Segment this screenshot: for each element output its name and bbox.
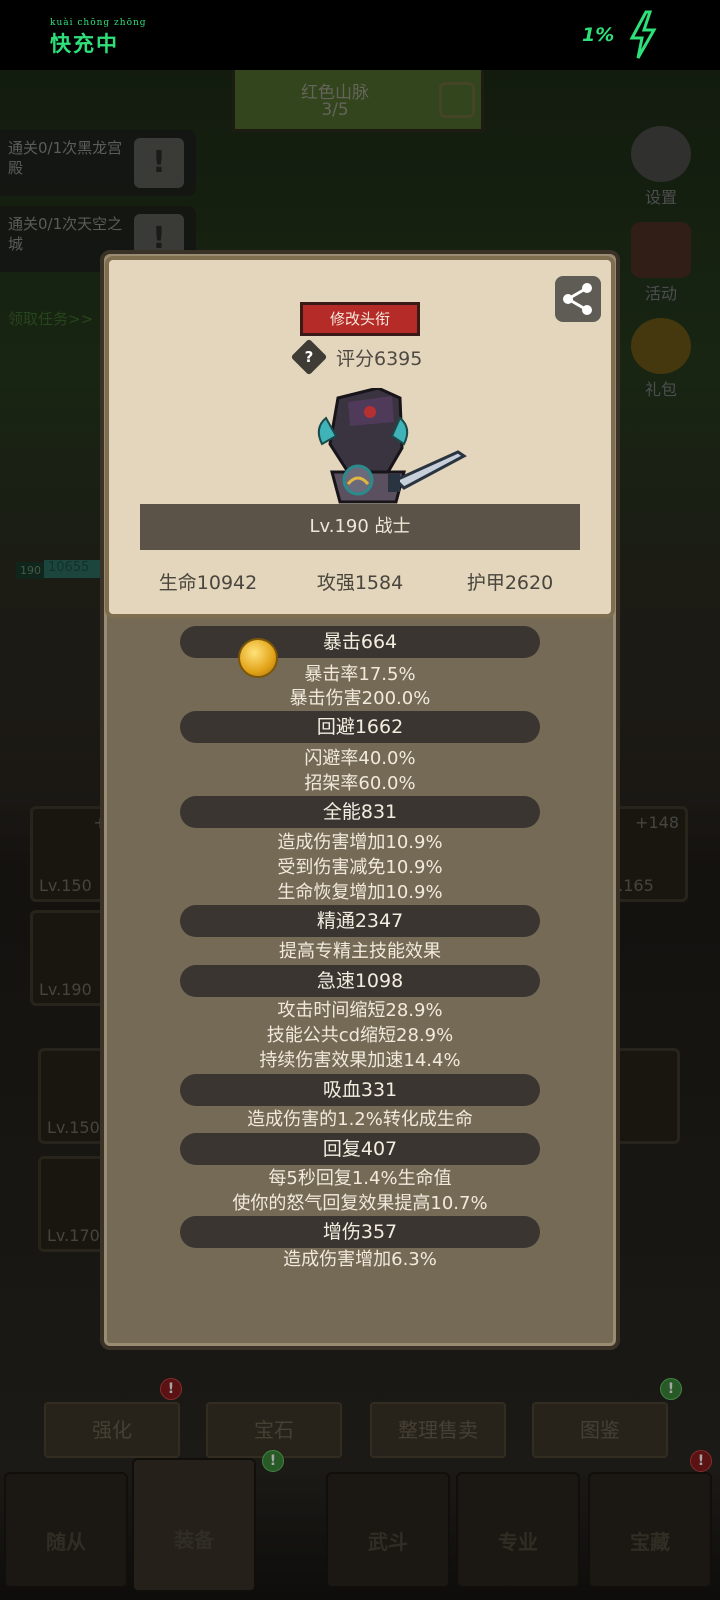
lightning-bolt-icon [629, 10, 657, 59]
stat-detail: 生命恢复增加10.9% [277, 882, 443, 903]
stat-header: 全能831 [180, 796, 540, 828]
warrior-avatar [317, 388, 467, 504]
stat-detail: 招架率60.0% [304, 773, 416, 794]
status-bar: kuài chōng zhōng 快充中 1% [0, 0, 720, 70]
stat-detail: 造成伤害的1.2%转化成生命 [247, 1109, 473, 1130]
stat-header: 回复407 [180, 1133, 540, 1165]
stat-header: 精通2347 [180, 905, 540, 937]
stat-detail: 暴击伤害200.0% [289, 688, 431, 709]
stat-detail: 技能公共cd缩短28.9% [266, 1025, 454, 1046]
stat-detail: 持续伤害效果加速14.4% [259, 1050, 461, 1071]
base-stat-attack: 攻强1584 [316, 572, 404, 594]
share-button[interactable] [555, 276, 601, 322]
score-text: 评分6395 [336, 348, 423, 370]
battery-percent: 1% [582, 24, 615, 46]
stat-detail: 受到伤害减免10.9% [277, 857, 443, 878]
share-icon [563, 283, 592, 315]
stat-header: 吸血331 [180, 1074, 540, 1106]
stat-detail: 造成伤害增加6.3% [283, 1249, 437, 1270]
stat-header: 回避1662 [180, 711, 540, 743]
charging-pinyin: kuài chōng zhōng [50, 18, 147, 28]
class-level-bar: Lv.190 战士 [140, 504, 580, 550]
question-diamond-icon[interactable]: ? [290, 338, 328, 376]
stat-detail: 造成伤害增加10.9% [277, 832, 443, 853]
stat-detail: 攻击时间缩短28.9% [277, 1000, 443, 1021]
charging-text: 快充中 [50, 31, 119, 56]
charging-indicator: kuài chōng zhōng 快充中 [50, 18, 147, 58]
stat-header: 急速1098 [180, 965, 540, 997]
base-stat-armor: 护甲2620 [466, 572, 554, 594]
stat-detail: 闪避率40.0% [304, 748, 416, 769]
stat-detail: 暴击率17.5% [304, 664, 416, 685]
stat-detail: 提高专精主技能效果 [279, 941, 441, 962]
base-stat-hp: 生命10942 [158, 572, 258, 594]
stat-detail: 每5秒回复1.4%生命值 [268, 1168, 452, 1189]
edit-title-button[interactable]: 修改头衔 [300, 302, 420, 336]
stat-header: 增伤357 [180, 1216, 540, 1248]
stat-header: 暴击664 [180, 626, 540, 658]
stat-detail: 使你的怒气回复效果提高10.7% [232, 1193, 488, 1214]
